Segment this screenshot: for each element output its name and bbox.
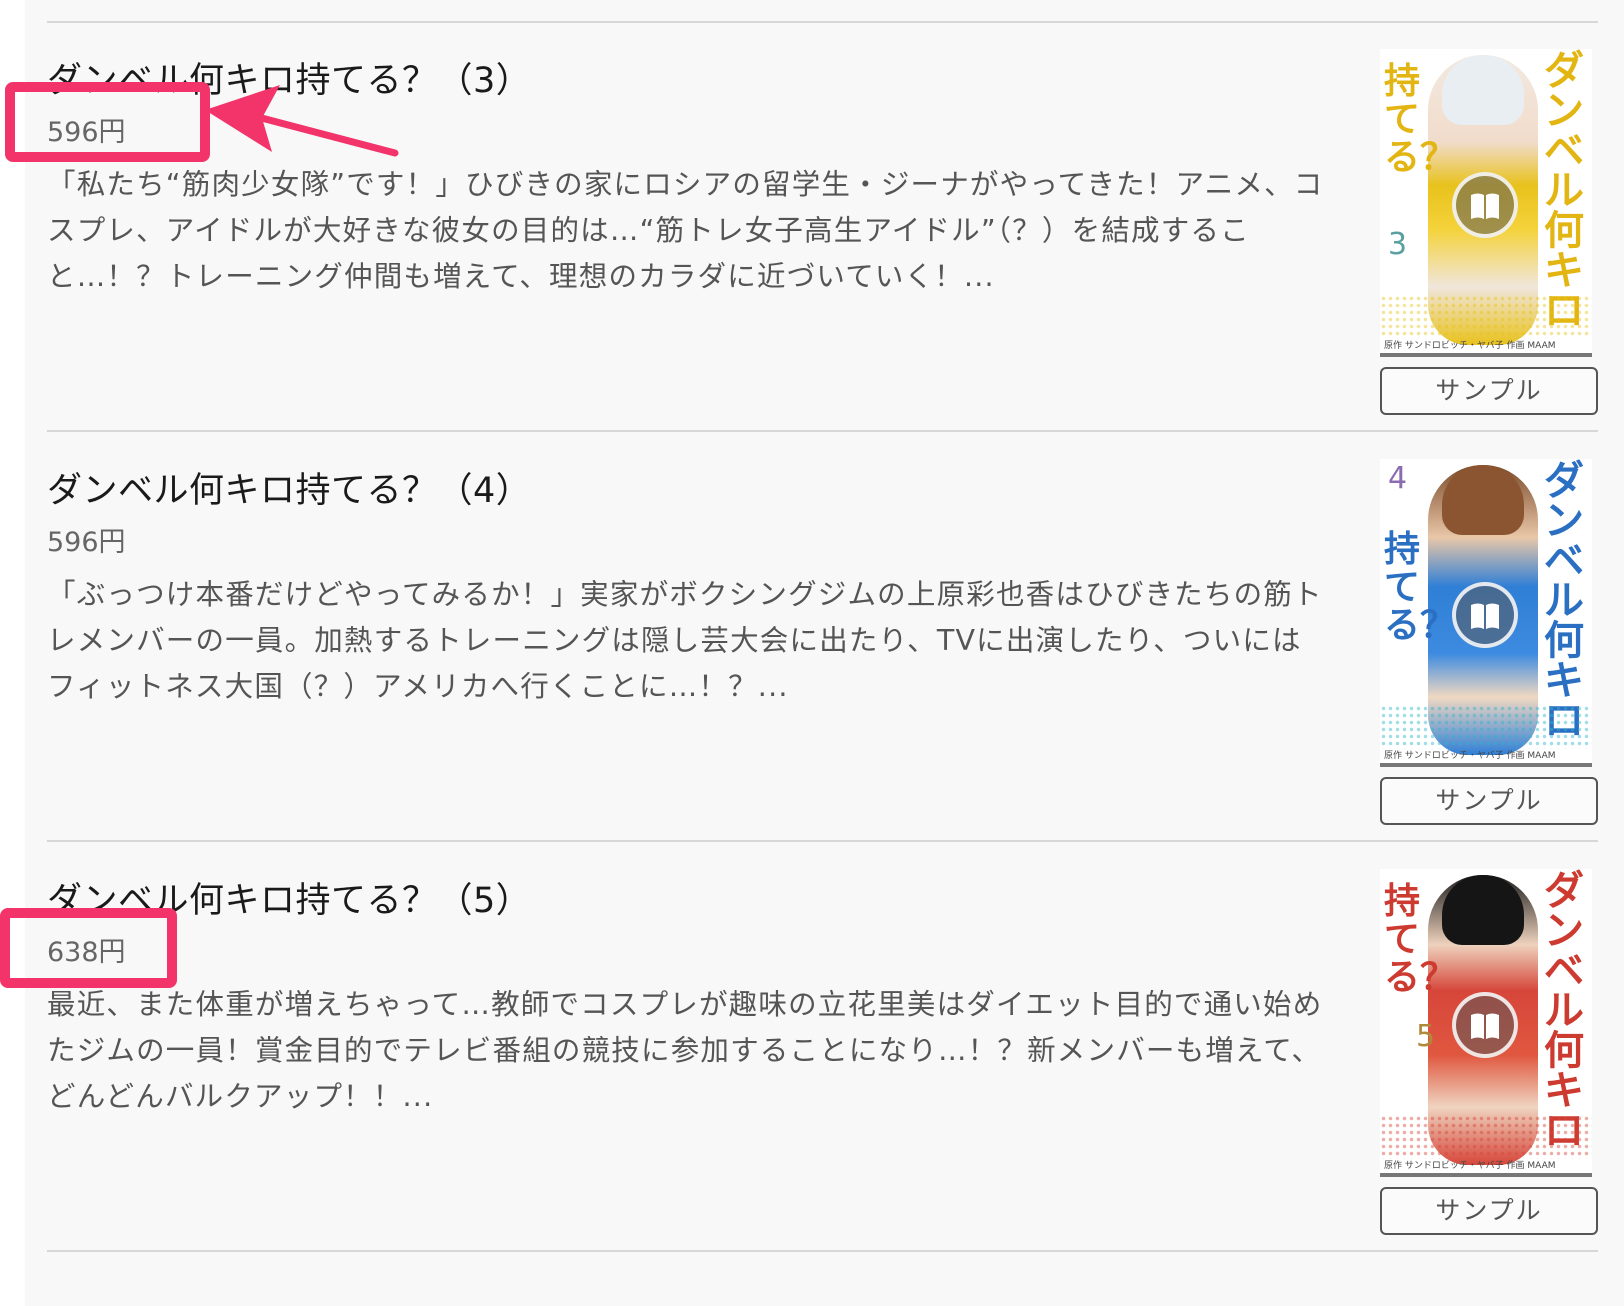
price-highlight-box (0, 908, 177, 988)
cover-hair (1442, 875, 1524, 945)
sample-button[interactable]: サンプル (1380, 1187, 1598, 1235)
read-book-icon[interactable] (1452, 172, 1518, 238)
open-book-icon (1471, 193, 1499, 219)
book-cover[interactable]: 持てる？ ダンベル何キロ 5 原作 サンドロビッチ・ヤバ子 作画 MAAM (1380, 869, 1592, 1177)
cover-credit: 原作 サンドロビッチ・ヤバ子 作画 MAAM (1384, 341, 1556, 351)
book-price: 596円 (47, 527, 126, 558)
book-description: 「私たち“筋肉少女隊”です！」ひびきの家にロシアの留学生・ジーナがやってきた！ア… (47, 168, 1324, 293)
cover-volume: 4 (1388, 461, 1408, 496)
cover-pattern (1380, 1115, 1592, 1159)
divider (47, 1250, 1598, 1252)
cover-pattern (1380, 705, 1592, 749)
highlight-arrow-icon (205, 85, 399, 157)
book-description: 「ぶっつけ本番だけどやってみるか！」実家がボクシングジムの上原彩也香はひびきたち… (47, 578, 1323, 703)
price-highlight-box (5, 82, 210, 162)
cover-title-left: 持てる？ (1384, 529, 1457, 646)
cover-volume: 5 (1416, 1019, 1436, 1054)
read-book-icon[interactable] (1452, 582, 1518, 648)
cover-volume: 3 (1388, 227, 1408, 262)
book-cover[interactable]: 持てる？ ダンベル何キロ 4 原作 サンドロビッチ・ヤバ子 作画 MAAM (1380, 459, 1592, 767)
book-title[interactable]: ダンベル何キロ持てる？（4） (47, 462, 531, 513)
cover-title-left: 持てる？ (1384, 881, 1457, 998)
cover-credit: 原作 サンドロビッチ・ヤバ子 作画 MAAM (1384, 1161, 1556, 1171)
book-cover[interactable]: 持てる？ ダンベル何キロ 3 原作 サンドロビッチ・ヤバ子 作画 MAAM (1380, 49, 1592, 357)
cover-hair (1442, 465, 1524, 535)
sample-button[interactable]: サンプル (1380, 777, 1598, 825)
open-book-icon (1471, 603, 1499, 629)
cover-title-right: ダンベル何キロ (1544, 49, 1584, 334)
cover-title-left: 持てる？ (1384, 61, 1457, 178)
book-description: 最近、また体重が増えちゃって…教師でコスプレが趣味の立花里美はダイエット目的で通… (47, 988, 1323, 1113)
book-item-vol5[interactable]: ダンベル何キロ持てる？（5） 638円 最近、また体重が増えちゃって…教師でコス… (0, 842, 1624, 1262)
sample-button[interactable]: サンプル (1380, 367, 1598, 415)
cover-hair (1442, 55, 1524, 125)
cover-credit: 原作 サンドロビッチ・ヤバ子 作画 MAAM (1384, 751, 1556, 761)
cover-title-right: ダンベル何キロ (1544, 869, 1584, 1154)
book-item-vol4[interactable]: ダンベル何キロ持てる？（4） 596円 「ぶっつけ本番だけどやってみるか！」実家… (0, 432, 1624, 852)
read-book-icon[interactable] (1452, 992, 1518, 1058)
open-book-icon (1471, 1013, 1499, 1039)
cover-title-right: ダンベル何キロ (1544, 459, 1584, 744)
cover-pattern (1380, 295, 1592, 339)
